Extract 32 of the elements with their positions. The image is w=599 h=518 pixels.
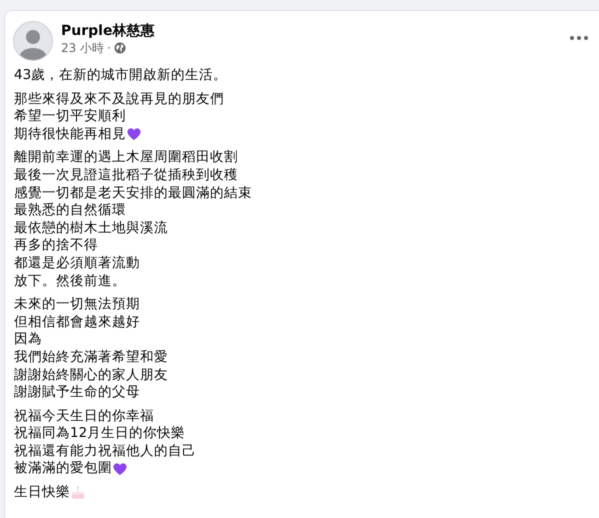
avatar-icon[interactable] (13, 21, 53, 61)
post-text: 都還是必須順著流動 (14, 254, 140, 273)
post-text: 祝福還有能力祝福他人的自己 (14, 442, 196, 460)
post-text: 但相信都會越來越好 (14, 314, 140, 332)
post-text: 我們始終充滿著希望和愛 (14, 348, 168, 366)
post-text: 放下。然後前進。 (14, 272, 126, 290)
post-text: 最依戀的樹木土地與溪流 (14, 220, 168, 238)
post-text: 未來的一切無法預期 (14, 296, 140, 314)
post-text: 因為 (14, 331, 42, 349)
post-text: 祝福同為12月生日的你快樂 (14, 425, 186, 443)
more-options-icon[interactable] (569, 35, 589, 41)
post-text: 生日快樂 (14, 484, 70, 502)
post-text: 最後一次見證這批稻子從插秧到收穫 (14, 166, 238, 185)
post-text: 感覺一切都是老天安排的最圓滿的結束 (14, 184, 252, 202)
author-name[interactable]: Purple林慈惠 (61, 22, 154, 40)
post-text: 被滿滿的愛包圍 (14, 460, 112, 478)
post-text: 期待很快能再相見 (14, 126, 126, 144)
post-text: 希望一切平安順利 (14, 108, 126, 126)
post-text: 祝福今天生日的你幸福 (14, 408, 154, 426)
heart-icon (113, 462, 127, 476)
globe-icon (114, 42, 126, 54)
post-time[interactable]: 23 小時 (61, 40, 104, 56)
post-text: 謝謝賦予生命的父母 (14, 384, 140, 402)
heart-icon (127, 128, 141, 142)
post-text: 最熟悉的自然循環 (14, 202, 126, 220)
dot-separator: · (107, 40, 111, 56)
cake-icon (71, 486, 85, 500)
post-text: 再多的捨不得 (14, 237, 98, 255)
post-text: 那些來得及來不及說再見的朋友們 (14, 90, 224, 108)
post-text: 43歲，在新的城市開啟新的生活。 (14, 67, 228, 85)
post-text: 離開前幸運的遇上木屋周圍稻田收割 (14, 149, 238, 167)
post-text: 謝謝始終關心的家人朋友 (14, 366, 168, 384)
